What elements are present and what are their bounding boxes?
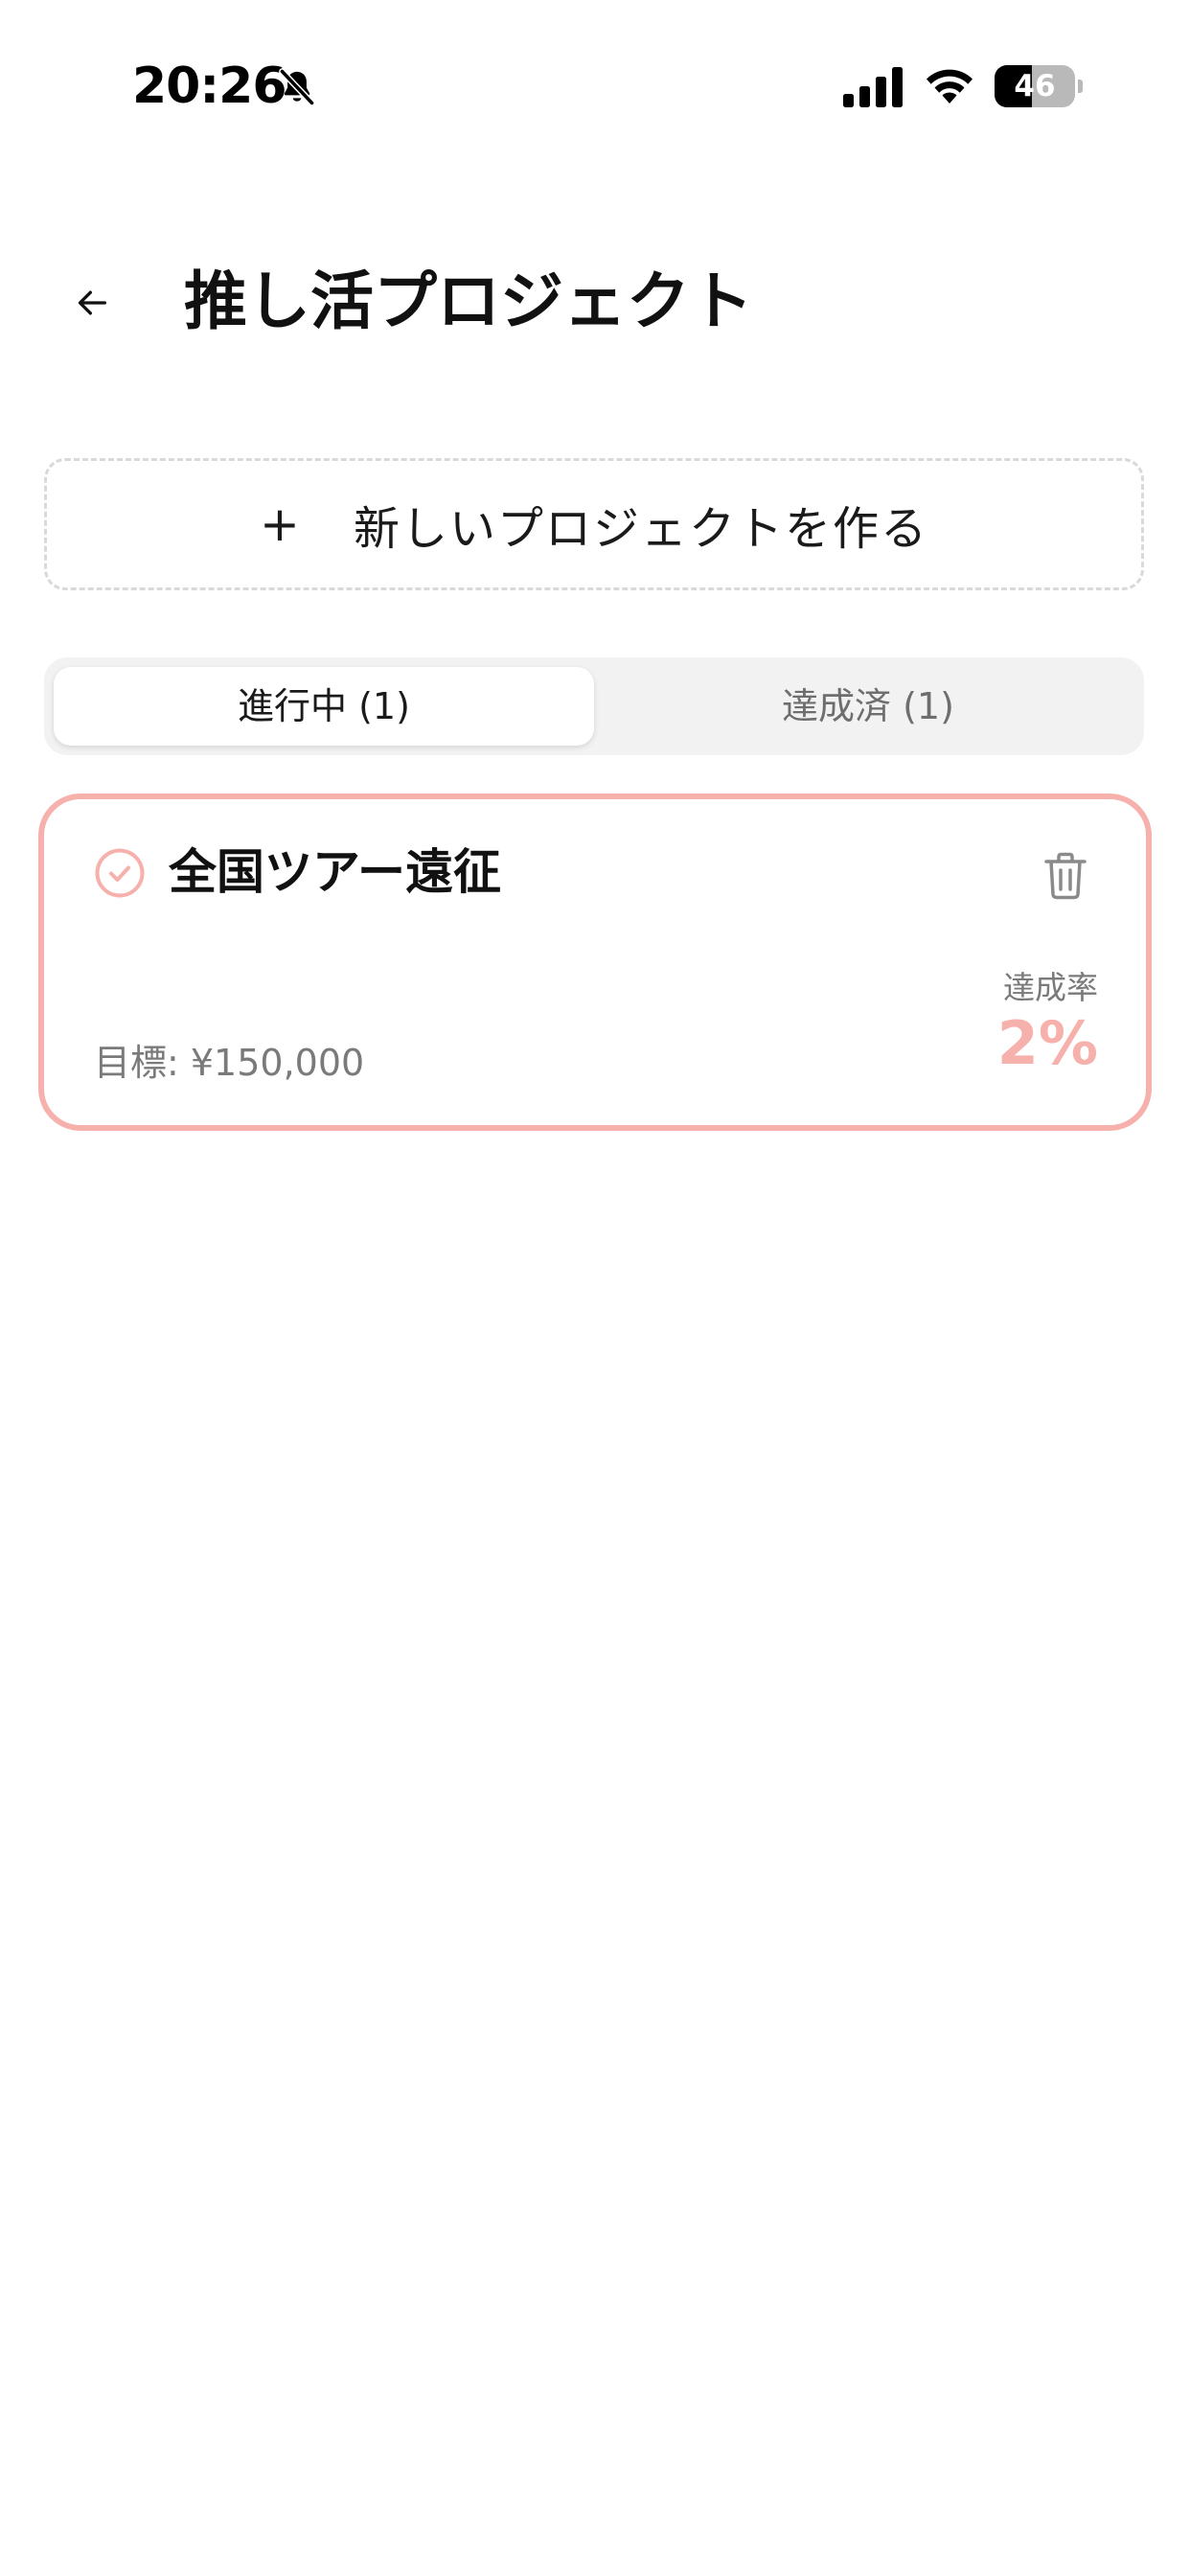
- back-button[interactable]: [57, 268, 126, 337]
- status-tabs: 進行中 (1) 達成済 (1): [44, 657, 1144, 755]
- achievement-rate-value: 2%: [996, 1008, 1098, 1078]
- project-card[interactable]: 全国ツアー遠征 達成率 2% 目標: ¥150,000: [38, 794, 1152, 1131]
- status-time: 20:26: [132, 58, 287, 115]
- project-title: 全国ツアー遠征: [169, 844, 501, 900]
- trash-icon[interactable]: [1042, 851, 1088, 901]
- tab-completed[interactable]: 達成済 (1): [600, 667, 1136, 746]
- check-circle-icon[interactable]: [94, 847, 146, 899]
- cellular-signal-icon: [843, 67, 903, 107]
- new-project-label: 新しいプロジェクトを作る: [353, 502, 928, 556]
- project-goal: 目標: ¥150,000: [94, 1042, 365, 1084]
- battery-icon: 46: [995, 65, 1083, 107]
- battery-tip: [1078, 80, 1083, 93]
- bell-slash-icon: [279, 68, 315, 106]
- status-bar: 20:26 46: [0, 0, 1190, 172]
- wifi-icon: [927, 69, 973, 104]
- page-title: 推し活プロジェクト: [184, 264, 753, 338]
- battery-body: 46: [995, 65, 1075, 107]
- battery-level: 46: [1014, 69, 1056, 104]
- tab-in-progress[interactable]: 進行中 (1): [54, 667, 594, 746]
- plus-icon: +: [260, 496, 300, 552]
- achievement-rate-label: 達成率: [1003, 969, 1098, 1006]
- arrow-left-icon: [78, 290, 107, 315]
- new-project-button[interactable]: + 新しいプロジェクトを作る: [44, 458, 1144, 590]
